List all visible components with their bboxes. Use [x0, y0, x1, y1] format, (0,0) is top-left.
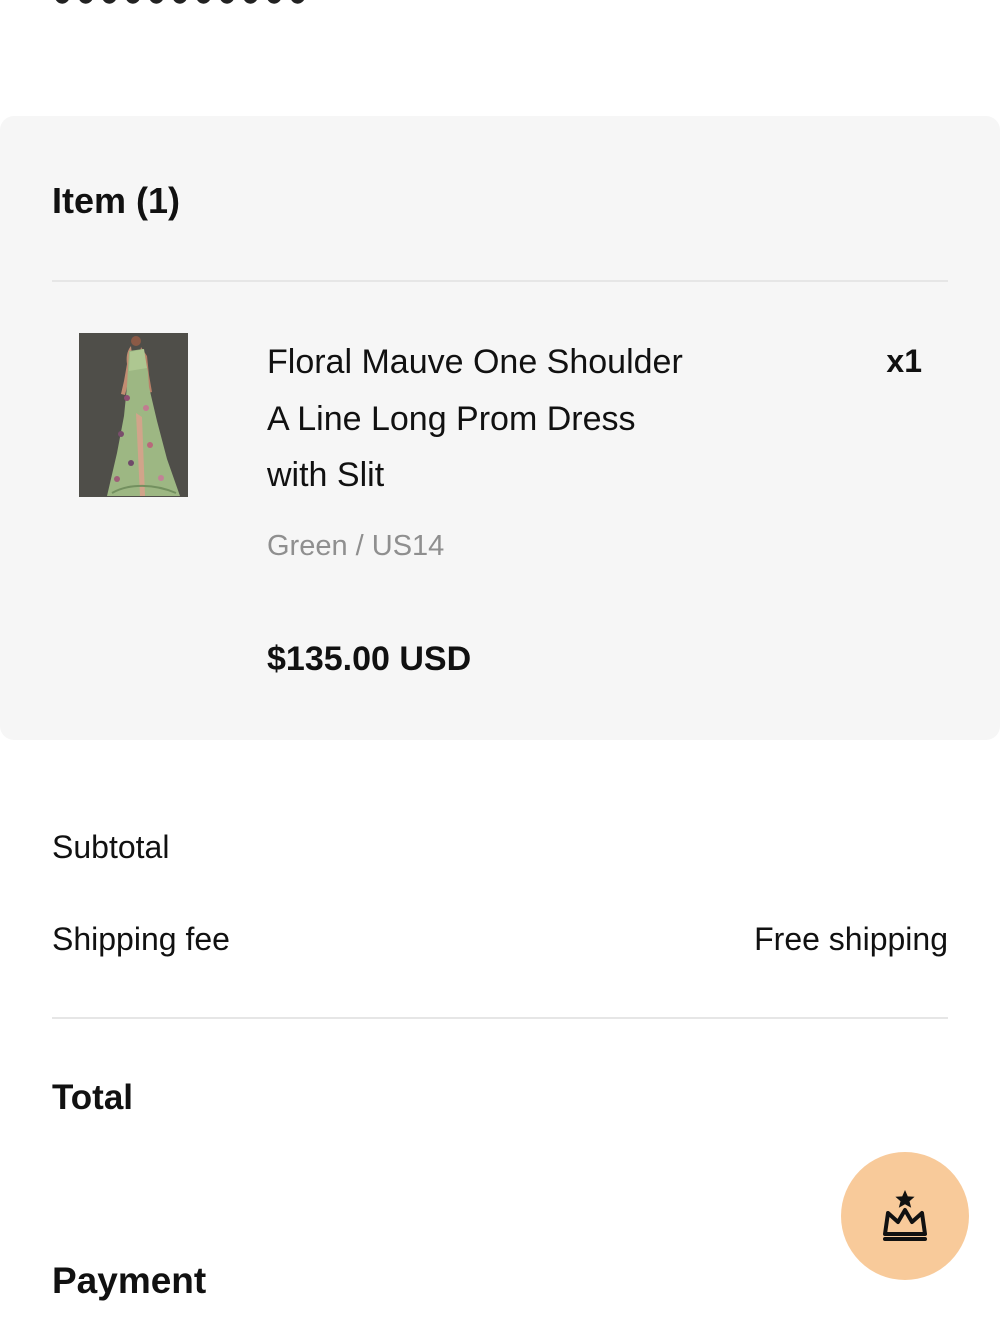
product-quantity: x1: [886, 343, 922, 379]
items-divider: [52, 280, 948, 282]
payment-heading: Payment: [52, 1260, 207, 1301]
summary-divider: [52, 1017, 948, 1019]
product-variant: Green / US14: [267, 530, 445, 562]
product-thumbnail[interactable]: [79, 333, 188, 497]
shipping-fee-value: Free shipping: [754, 921, 948, 957]
shipping-fee-label: Shipping fee: [52, 921, 230, 957]
crown-icon: [883, 1190, 927, 1241]
items-heading: Item (1): [52, 180, 181, 221]
product-price: $135.00 USD: [267, 640, 472, 678]
product-name[interactable]: Floral Mauve One Shoulder A Line Long Pr…: [267, 334, 687, 504]
clipped-top-text: ●●●●●●●●●●●: [52, 0, 311, 15]
dress-image-icon: [79, 333, 188, 497]
checkout-page: ●●●●●●●●●●● Item (1) Floral Mauve One Sh…: [0, 0, 1000, 1333]
subtotal-label: Subtotal: [52, 829, 170, 865]
total-label: Total: [52, 1078, 134, 1117]
vip-floating-button[interactable]: [841, 1152, 969, 1280]
